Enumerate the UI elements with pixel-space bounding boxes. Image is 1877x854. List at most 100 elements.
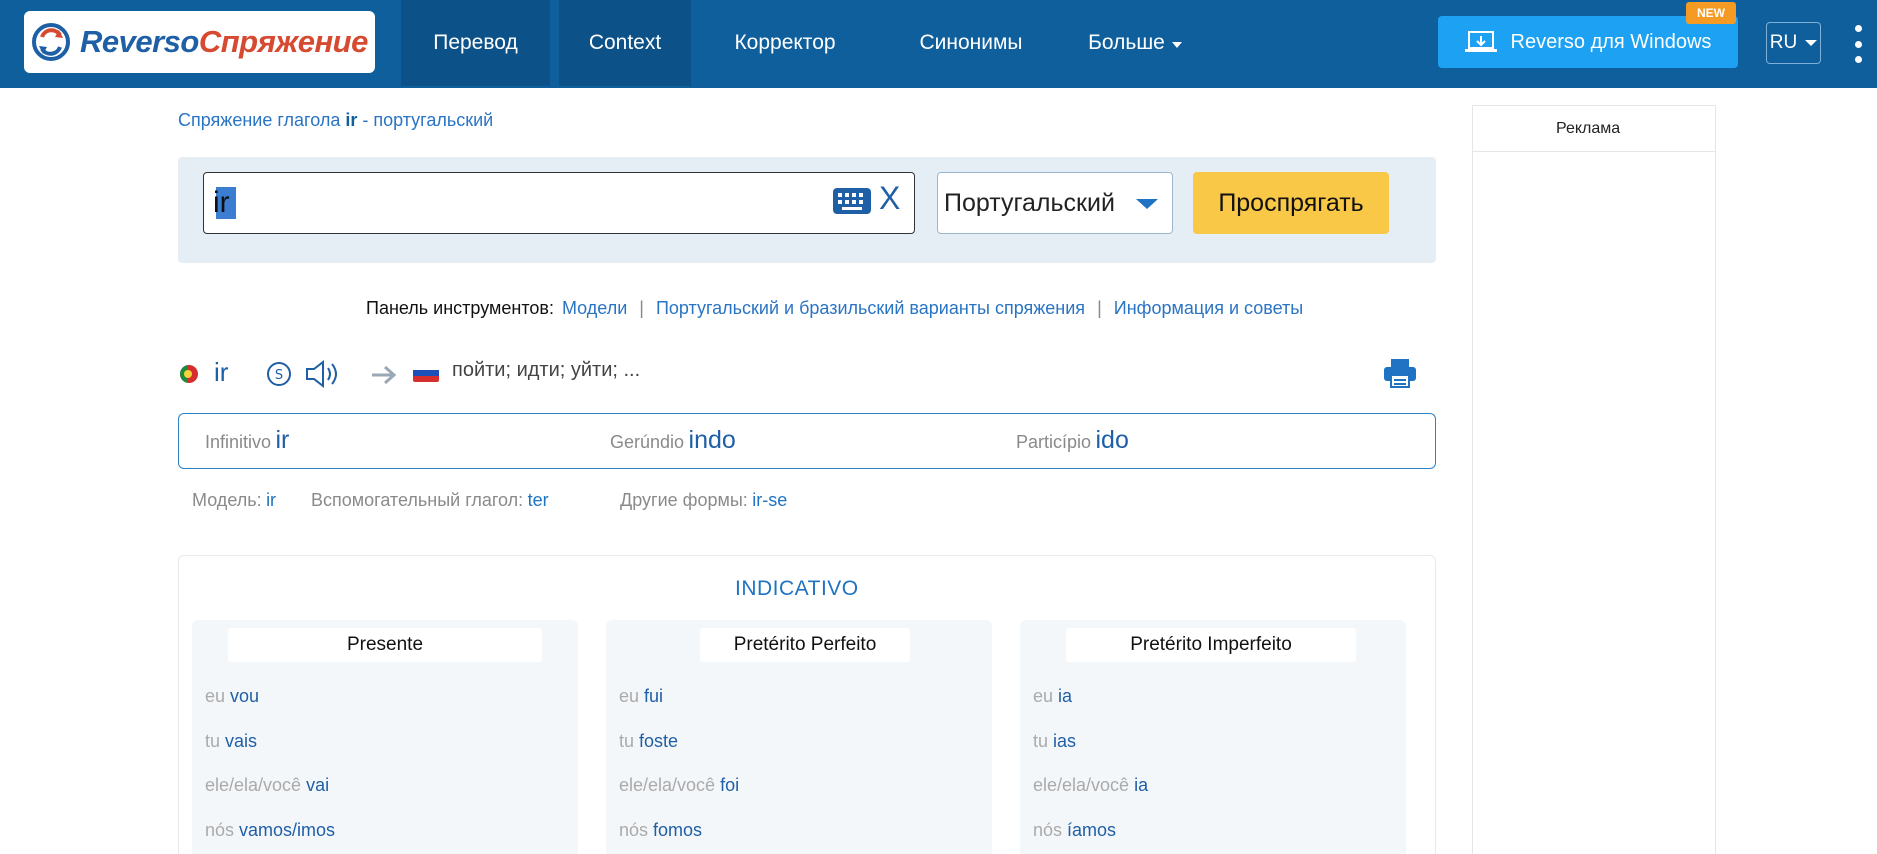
conjugation-row: nós vamos/imos [205,820,335,841]
conjugation-row: eu fui [619,686,663,707]
speaker-icon[interactable] [304,359,342,389]
conjugation-row: ele/ela/você foi [619,775,739,796]
gerundio-label: Gerúndio [610,432,685,452]
nav-more-label: Больше [1088,31,1165,54]
other-forms-label: Другие формы: [620,490,748,510]
interface-language-select[interactable]: RU [1766,22,1821,64]
verb-translation[interactable]: пойти; идти; уйти; ... [452,359,640,382]
nav-translation[interactable]: Перевод [401,0,550,86]
verb-infinitive[interactable]: ir [214,357,228,388]
conjugation-row: ele/ela/você ia [1033,775,1148,796]
tense-title: Pretérito Imperfeito [1066,628,1356,662]
verb-form[interactable]: foste [639,731,678,751]
conjugation-row: nós fomos [619,820,702,841]
nav-synonyms[interactable]: Синонимы [885,0,1057,86]
russia-flag-icon [413,364,439,382]
pronoun: nós [1033,820,1063,840]
tools-label[interactable]: Панель инструментов: [366,298,554,319]
verb-row: ir S пойти; идти; уйти; ... [180,355,1430,391]
pronoun: ele/ela/você [619,775,716,795]
arrow-right-icon [372,365,397,385]
chevron-down-icon [1171,41,1182,48]
separator: | [1097,298,1102,318]
participio-entry: Particípio ido [1016,426,1129,455]
verb-form[interactable]: fomos [653,820,702,840]
pronoun: eu [205,686,226,706]
link-pt-br-variants[interactable]: Португальский и бразильский варианты спр… [656,298,1085,319]
svg-text:S: S [275,368,283,383]
conjugation-row: tu ias [1033,731,1076,752]
participio-value[interactable]: ido [1096,426,1129,454]
model-entry: Модель: ir [192,490,276,511]
verb-form[interactable]: ia [1058,686,1072,706]
chevron-down-icon [1136,199,1158,209]
other-forms-value[interactable]: ir-se [752,490,787,510]
pronoun: tu [205,731,221,751]
chevron-down-icon [1805,40,1818,46]
conjugation-row: tu foste [619,731,678,752]
model-label: Модель: [192,490,262,510]
new-badge: NEW [1686,2,1736,24]
conjugation-row: ele/ela/você vai [205,775,329,796]
auxiliary-entry: Вспомогательный глагол: ter [311,490,549,511]
verb-form[interactable]: vai [306,775,329,795]
verb-form[interactable]: ias [1053,731,1076,751]
logo-text-conjugation: Спряжение [198,24,368,59]
verb-form[interactable]: vou [230,686,259,706]
ad-header: Реклама [1472,105,1716,152]
conjugation-row: eu vou [205,686,259,707]
reverso-logo-icon [32,23,70,61]
keyboard-icon[interactable] [833,188,871,214]
nav-context[interactable]: Context [559,0,691,86]
breadcrumb-verb: ir [345,110,358,130]
conjugation-row: tu vais [205,731,257,752]
tense-title: Presente [228,628,542,662]
ad-label: Реклама [1556,120,1621,137]
pronoun: tu [1033,731,1049,751]
conjugation-language-value: Португальский [944,188,1115,217]
pronoun: tu [619,731,635,751]
verb-form[interactable]: fui [644,686,663,706]
pronoun: ele/ela/você [1033,775,1130,795]
gerundio-value[interactable]: indo [689,426,736,454]
conjugation-row: nós íamos [1033,820,1116,841]
gerundio-entry: Gerúndio indo [610,426,736,455]
infinitivo-value[interactable]: ir [276,426,290,454]
other-forms-entry: Другие формы: ir-se [620,490,787,511]
tense-title: Pretérito Perfeito [700,628,910,662]
nav-more-menu[interactable]: Больше [1075,0,1195,86]
auxiliary-value[interactable]: ter [528,490,549,510]
verb-form[interactable]: íamos [1067,820,1116,840]
verb-form[interactable]: foi [720,775,739,795]
pronoun: ele/ela/você [205,775,302,795]
verb-form[interactable]: ia [1134,775,1148,795]
clear-search-button[interactable]: X [879,180,900,217]
breadcrumb-suffix: - португальский [357,110,494,130]
infinitivo-entry: Infinitivo ir [205,426,289,455]
pronoun: eu [1033,686,1054,706]
conjugation-language-select[interactable]: Португальский [937,172,1173,234]
verb-forms-box [178,413,1436,469]
verb-search-input[interactable] [213,180,813,226]
conjugate-button[interactable]: Проспрягать [1193,172,1389,234]
separator: | [639,298,644,318]
nav-corrector[interactable]: Корректор [712,0,858,86]
logo-link[interactable]: Reverso Спряжение [24,11,375,73]
participio-label: Particípio [1016,432,1092,452]
verb-form[interactable]: vamos/imos [239,820,335,840]
link-models[interactable]: Модели [562,298,627,319]
kebab-menu-icon[interactable] [1851,25,1865,63]
slow-audio-icon[interactable]: S [266,361,292,387]
portugal-flag-icon [180,365,198,383]
ad-column [1472,105,1716,854]
pronoun: eu [619,686,640,706]
pronoun: nós [205,820,235,840]
model-value[interactable]: ir [266,490,276,510]
breadcrumb[interactable]: Спряжение глагола ir - португальский [178,110,493,131]
verb-form[interactable]: vais [225,731,257,751]
conjugation-row: eu ia [1033,686,1072,707]
print-icon[interactable] [1383,357,1417,389]
interface-language-value: RU [1769,32,1798,53]
link-info-tips[interactable]: Информация и советы [1114,298,1303,319]
mood-title: INDICATIVO [735,577,859,600]
